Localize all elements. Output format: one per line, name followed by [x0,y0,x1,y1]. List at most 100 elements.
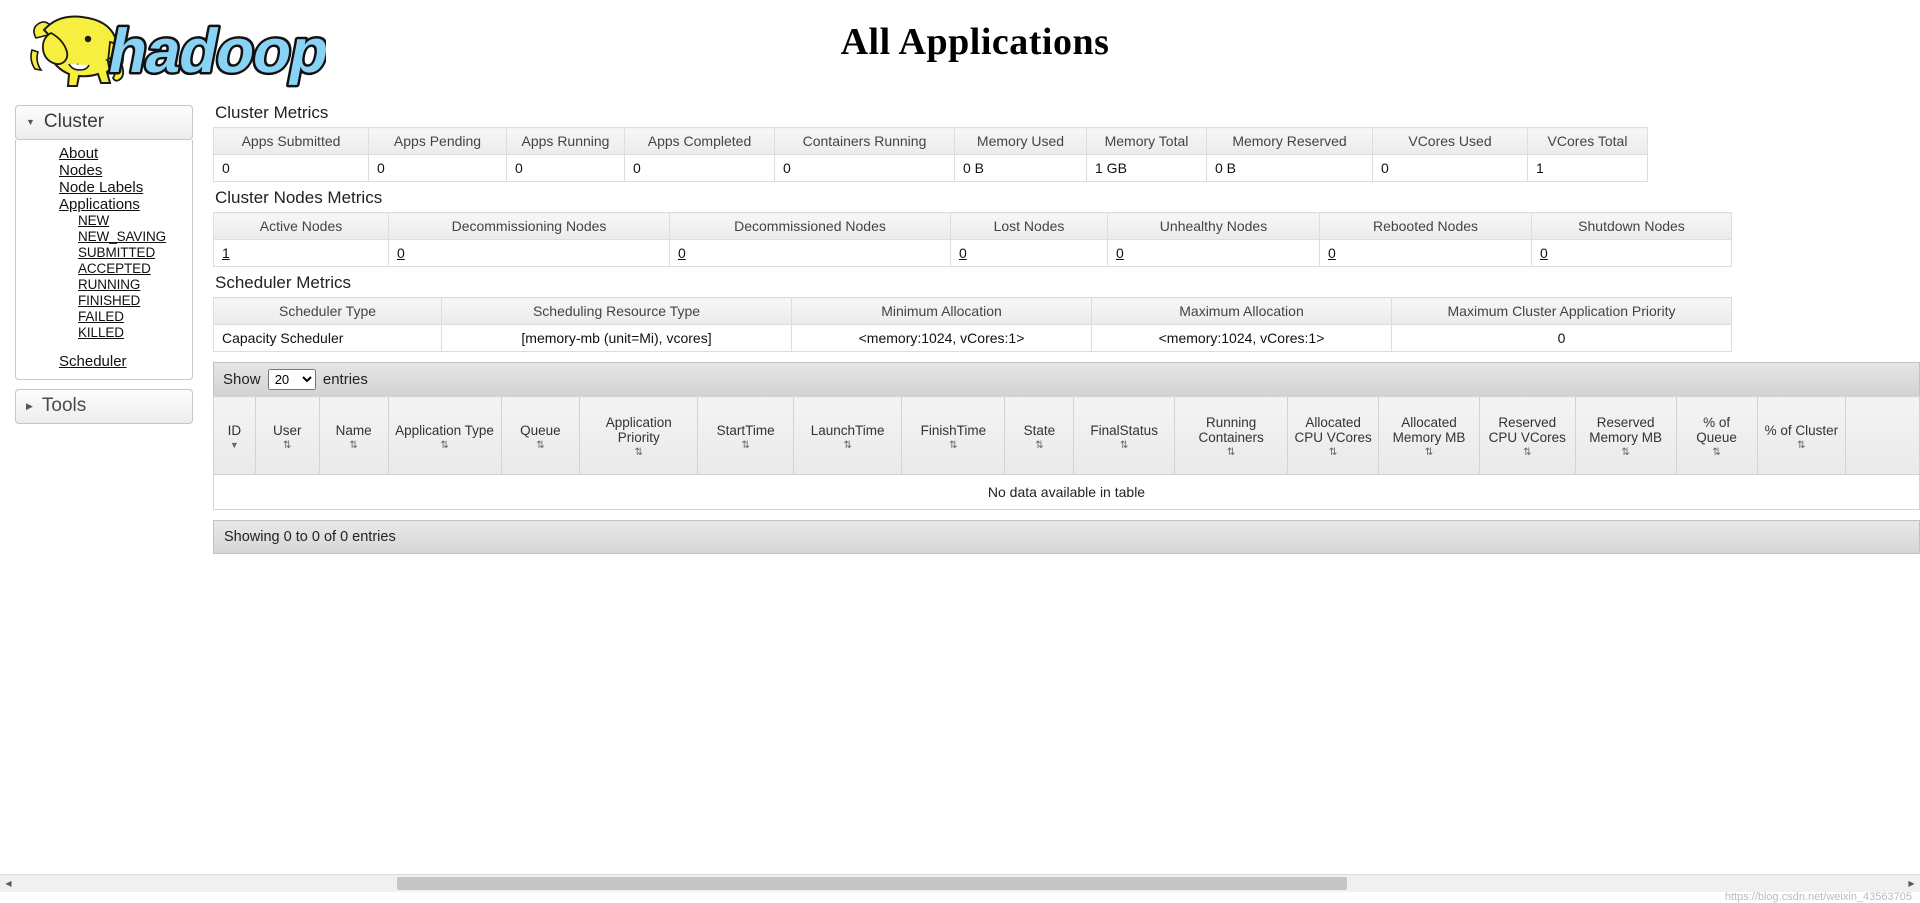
scrollbar-thumb[interactable] [397,876,1347,890]
col-user[interactable]: User ⇅ [254,396,320,475]
sidebar-item-state-finished[interactable]: FINISHED [16,293,192,309]
sidebar-item-nodes[interactable]: Nodes [16,162,192,179]
sidebar-item-applications[interactable]: Applications [16,196,192,213]
sidebar-item-state-running[interactable]: RUNNING [16,277,192,293]
page-size-select[interactable]: 20 40 60 80 100 [267,369,316,390]
main-content: Cluster Metrics Apps Submitted Apps Pend… [213,103,1920,554]
table-row: 1 0 0 0 0 0 0 [213,239,1732,267]
col-reserved-memory-mb[interactable]: Reserved Memory MB ⇅ [1574,396,1677,475]
scroll-right-arrow-icon[interactable]: ▶ [1903,874,1920,892]
page-header: hadoop All Applications [0,0,1920,95]
col-queue[interactable]: Queue ⇅ [500,396,581,475]
page-title: All Applications [840,21,1110,63]
sort-indicator-icon: ▼ [229,439,239,450]
col-final-status[interactable]: FinalStatus ⇅ [1073,396,1176,475]
sort-indicator-icon: ⇅ [741,439,750,451]
sort-indicator-icon: ⇅ [1226,447,1236,458]
col-maximum-allocation: Maximum Allocation [1091,297,1392,325]
col-unhealthy-nodes: Unhealthy Nodes [1107,212,1320,240]
sort-indicator-icon: ⇅ [1621,447,1630,458]
col-vcores-used: VCores Used [1372,127,1528,155]
sidebar-section-tools[interactable]: ▶ Tools [15,389,193,424]
val-decommissioned-nodes[interactable]: 0 [678,245,686,261]
col-memory-reserved: Memory Reserved [1206,127,1373,155]
col-rebooted-nodes: Rebooted Nodes [1319,212,1532,240]
col-id[interactable]: ID ▼ [213,396,256,475]
sidebar-item-state-new-saving[interactable]: NEW_SAVING [16,229,192,245]
col-active-nodes: Active Nodes [213,212,389,240]
cluster-nodes-metrics-title: Cluster Nodes Metrics [215,188,383,207]
col-application-type[interactable]: Application Type ⇅ [387,396,502,475]
col-state[interactable]: State ⇅ [1004,396,1075,475]
sidebar-item-about[interactable]: About [16,145,192,162]
sidebar-item-state-submitted[interactable]: SUBMITTED [16,245,192,261]
triangle-right-icon: ▶ [26,400,33,411]
table-header-row: Active Nodes Decommissioning Nodes Decom… [213,212,1732,240]
sort-indicator-icon: ⇅ [440,439,449,451]
sidebar: ▼ Cluster About Nodes Node Labels Applic… [15,105,193,424]
table-row: 0 0 0 0 0 0 B 1 GB 0 B 0 1 [213,154,1648,182]
col-apps-completed: Apps Completed [624,127,775,155]
col-containers-running: Containers Running [774,127,955,155]
val-scheduler-type: Capacity Scheduler [213,324,442,352]
val-rebooted-nodes[interactable]: 0 [1328,245,1336,261]
sort-indicator-icon: ⇅ [843,439,852,451]
val-apps-pending: 0 [368,154,507,182]
val-apps-completed: 0 [624,154,775,182]
cluster-metrics-table: Apps Submitted Apps Pending Apps Running… [213,127,1648,182]
col-application-priority[interactable]: Application Priority ⇅ [579,396,699,475]
sidebar-section-cluster[interactable]: ▼ Cluster [15,105,193,140]
sidebar-item-node-labels[interactable]: Node Labels [16,179,192,196]
table-row-empty: No data available in table [213,474,1920,510]
val-unhealthy-nodes[interactable]: 0 [1116,245,1124,261]
col-memory-total: Memory Total [1086,127,1207,155]
table-row: Capacity Scheduler [memory-mb (unit=Mi),… [213,324,1732,352]
scheduler-metrics-title: Scheduler Metrics [215,273,352,292]
col-launch-time[interactable]: LaunchTime ⇅ [793,396,903,475]
entries-label: entries [322,371,368,388]
table-header-row: Scheduler Type Scheduling Resource Type … [213,297,1732,325]
sort-indicator-icon: ⇅ [1035,439,1044,451]
val-active-nodes[interactable]: 1 [222,245,230,261]
val-scheduling-resource-type: [memory-mb (unit=Mi), vcores] [441,324,792,352]
col-running-containers[interactable]: Running Containers ⇅ [1174,396,1289,475]
val-decommissioning-nodes[interactable]: 0 [397,245,405,261]
sort-indicator-icon: ⇅ [283,439,292,451]
sort-indicator-icon: ⇅ [1523,447,1532,458]
val-apps-running: 0 [506,154,625,182]
val-apps-submitted: 0 [213,154,369,182]
col-allocated-cpu-vcores[interactable]: Allocated CPU VCores ⇅ [1287,396,1380,475]
sort-indicator-icon: ⇅ [1119,439,1129,451]
triangle-down-icon: ▼ [26,116,35,127]
val-memory-total: 1 GB [1086,154,1207,182]
col-scheduling-resource-type: Scheduling Resource Type [441,297,792,325]
col-allocated-memory-mb[interactable]: Allocated Memory MB ⇅ [1378,396,1480,475]
sidebar-item-scheduler[interactable]: Scheduler [16,353,192,370]
col-start-time[interactable]: StartTime ⇅ [697,396,795,475]
sidebar-item-state-new[interactable]: NEW [16,213,192,229]
val-shutdown-nodes[interactable]: 0 [1540,245,1548,261]
col-maximum-cluster-application-priority: Maximum Cluster Application Priority [1391,297,1732,325]
col-finish-time[interactable]: FinishTime ⇅ [901,396,1006,475]
sidebar-item-state-killed[interactable]: KILLED [16,325,192,341]
scrollbar-track[interactable] [17,874,1903,892]
show-label: Show [223,371,261,388]
col-lost-nodes: Lost Nodes [950,212,1108,240]
datatable-info: Showing 0 to 0 of 0 entries [213,520,1920,554]
val-lost-nodes[interactable]: 0 [959,245,967,261]
val-vcores-total: 1 [1527,154,1648,182]
col-percent-of-queue[interactable]: % of Queue ⇅ [1675,396,1758,475]
sidebar-item-state-failed[interactable]: FAILED [16,309,192,325]
table-header-row: ID ▼ User ⇅ Name ⇅ Application Type ⇅ Qu… [213,396,1920,475]
col-decommissioned-nodes: Decommissioned Nodes [669,212,951,240]
scroll-left-arrow-icon[interactable]: ◀ [0,874,17,892]
col-reserved-cpu-vcores[interactable]: Reserved CPU VCores ⇅ [1478,396,1576,475]
val-memory-used: 0 B [954,154,1087,182]
sidebar-item-state-accepted[interactable]: ACCEPTED [16,261,192,277]
sort-indicator-icon: ⇅ [349,439,358,451]
col-name[interactable]: Name ⇅ [318,396,389,475]
col-memory-used: Memory Used [954,127,1087,155]
datatable-length-control: Show 20 40 60 80 100 entries [213,362,1920,396]
horizontal-scrollbar[interactable]: ◀ ▶ [0,874,1920,892]
col-percent-of-cluster[interactable]: % of Cluster ⇅ [1756,396,1847,475]
